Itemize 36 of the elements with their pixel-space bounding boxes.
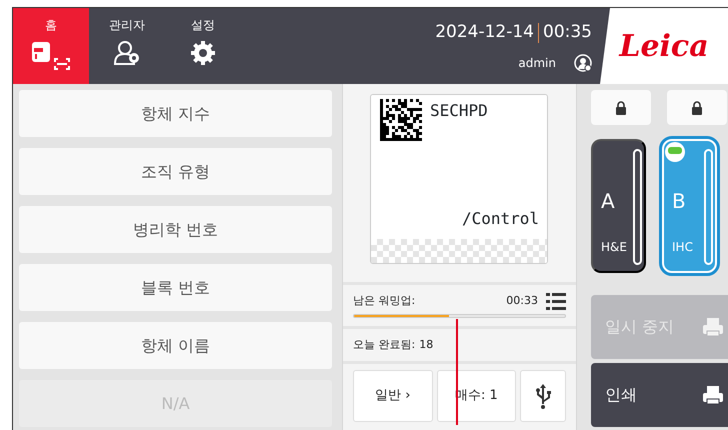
time-text: 00:35 xyxy=(543,21,592,44)
list-icon xyxy=(546,292,566,310)
lock-icon xyxy=(615,100,627,114)
warmup-time: 00:33 xyxy=(506,292,538,309)
label-text: SECHPD xyxy=(430,100,488,122)
print-button[interactable]: 인쇄 xyxy=(591,363,728,427)
printer-icon xyxy=(703,318,723,336)
lock-icon xyxy=(691,100,703,114)
user-name: admin xyxy=(518,54,556,72)
status-light-icon xyxy=(665,142,685,162)
label-text: /Control xyxy=(460,208,539,230)
user-settings-icon xyxy=(574,54,592,72)
tab[interactable]: 홈 xyxy=(13,8,89,84)
completed-label: 오늘 완료됨: xyxy=(353,336,416,352)
warmup-label: 남은 워밍업: xyxy=(353,292,416,309)
barcode-icon xyxy=(380,99,422,141)
lock-button[interactable] xyxy=(667,90,727,125)
gear-icon xyxy=(190,40,216,66)
tab[interactable]: 관리자 xyxy=(89,8,165,84)
user-gear-icon xyxy=(113,40,141,66)
field-button[interactable]: 블록 번호 xyxy=(19,264,332,311)
field-button[interactable]: 항체 이름 xyxy=(19,322,332,369)
field-button[interactable]: 항체 지수 xyxy=(19,90,332,137)
lock-button[interactable] xyxy=(591,90,651,125)
usb-button[interactable] xyxy=(520,370,566,422)
usb-icon xyxy=(534,382,552,410)
field-button[interactable]: 조직 유형 xyxy=(19,148,332,195)
reagent-cartridge[interactable]: A H&E xyxy=(591,139,646,273)
mode-button[interactable]: 일반 › xyxy=(353,370,433,422)
completed-count: 18 xyxy=(419,336,434,352)
logo: Leica xyxy=(619,28,709,66)
tab[interactable]: 설정 xyxy=(165,8,241,84)
instrument-icon xyxy=(30,40,72,72)
field-button[interactable]: 병리학 번호 xyxy=(19,206,332,253)
date-text: 2024-12-14 xyxy=(435,21,534,44)
printer-icon xyxy=(703,386,723,404)
